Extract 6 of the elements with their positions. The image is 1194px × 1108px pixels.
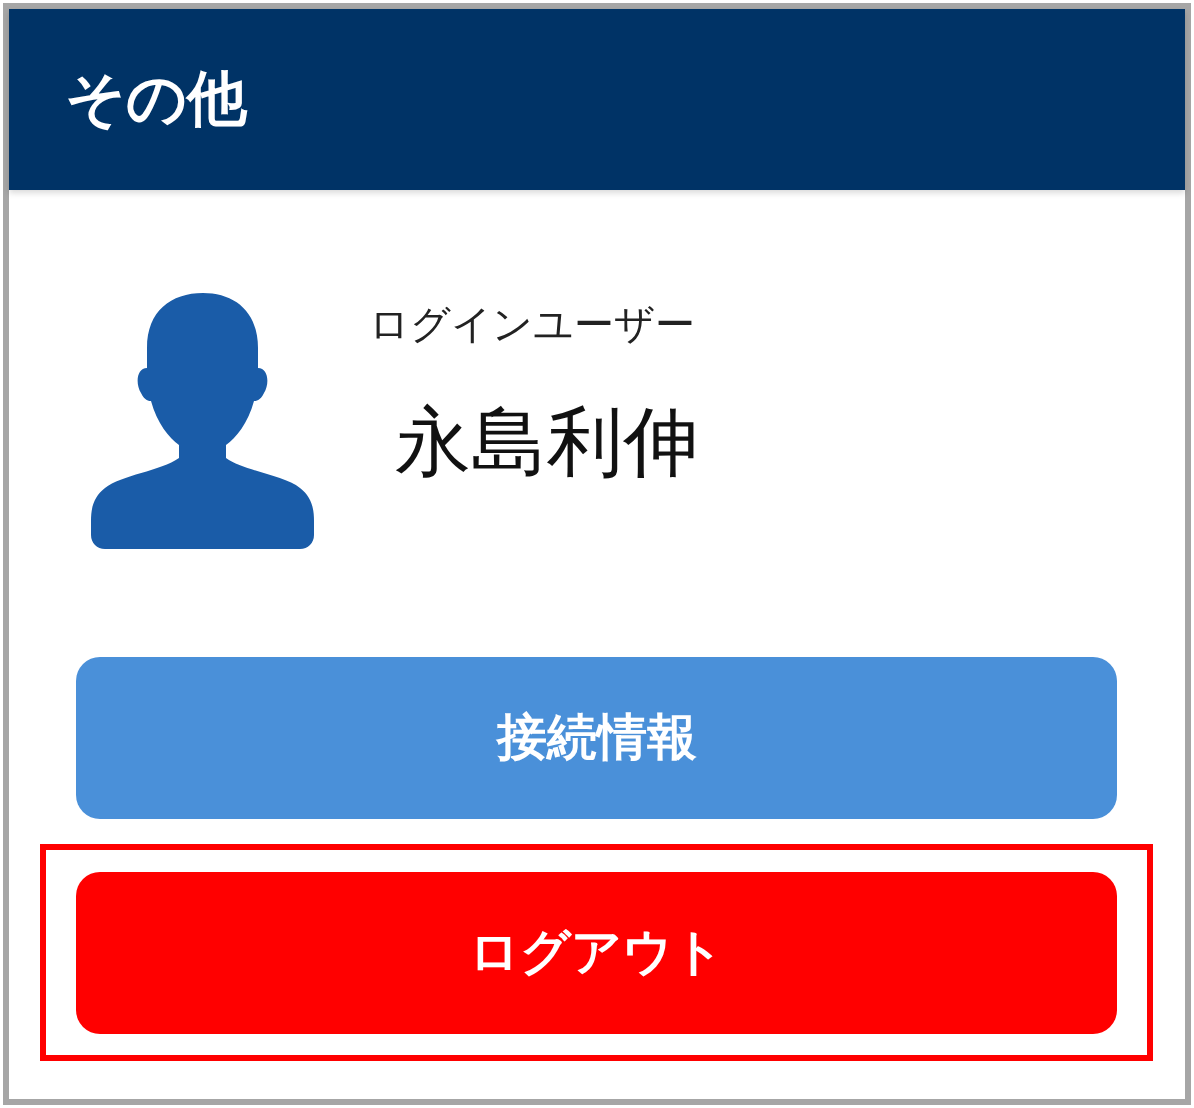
page-title: その他 (65, 62, 247, 135)
user-name: 永島利伸 (395, 396, 699, 488)
login-user-label: ログインユーザー (369, 300, 696, 349)
user-avatar-icon (91, 293, 314, 549)
logout-button[interactable]: ログアウト (76, 871, 1117, 1034)
connection-info-button[interactable]: 接続情報 (76, 656, 1117, 819)
